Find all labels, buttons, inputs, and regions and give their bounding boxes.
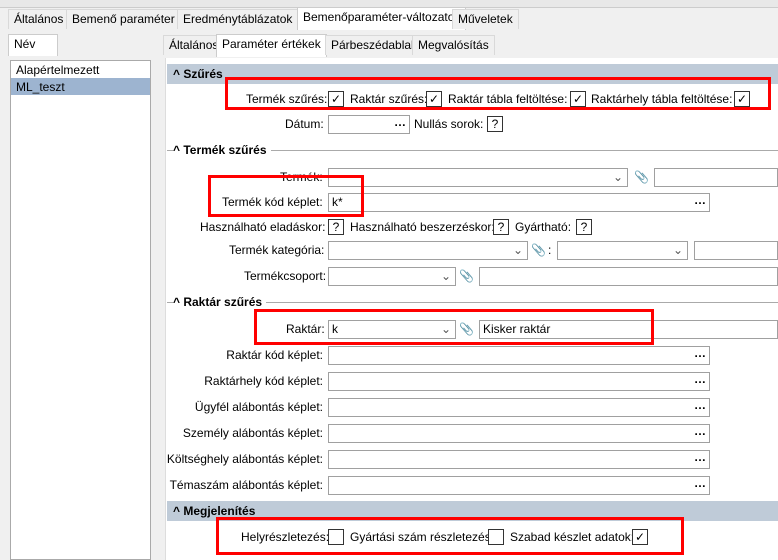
ellipsis-icon[interactable]: … bbox=[694, 449, 706, 466]
tab-nev[interactable]: Név bbox=[8, 34, 58, 56]
section-title: Termék szűrés bbox=[183, 143, 267, 157]
ugyfel-alabontas-input[interactable]: … bbox=[328, 398, 710, 417]
highlight-box bbox=[225, 77, 771, 110]
main-tabbar: Általános Bemenő paraméter Eredménytáblá… bbox=[8, 7, 778, 30]
label-ugyfel-alabontas: Ügyfél alábontás képlet: bbox=[194, 400, 323, 414]
label-hasznalhato-eladaskor: Használható eladáskor: bbox=[200, 220, 326, 234]
label-nullas-sorok: Nullás sorok: bbox=[414, 117, 484, 131]
tab-muveletek[interactable]: Műveletek bbox=[452, 9, 519, 29]
checkbox-nullas-sorok[interactable]: ? bbox=[487, 116, 503, 132]
list-item[interactable]: ML_teszt bbox=[11, 78, 150, 95]
caret-up-icon: ^ bbox=[173, 504, 184, 518]
termek-kategoria-sub-select[interactable]: ⌄ bbox=[557, 241, 688, 260]
caret-up-icon: ^ bbox=[173, 143, 184, 157]
paperclip-icon[interactable]: 📎 bbox=[634, 168, 649, 187]
separator-colon: : bbox=[548, 243, 552, 257]
caret-up-icon: ^ bbox=[173, 295, 184, 309]
checkbox-hasznalhato-eladaskor[interactable]: ? bbox=[328, 219, 344, 235]
szemely-alabontas-input[interactable]: … bbox=[328, 424, 710, 443]
tab-bemeno-parameter[interactable]: Bemenő paraméter bbox=[66, 9, 181, 29]
termekcsoport-select[interactable]: ⌄ bbox=[328, 267, 456, 286]
tab-bemenoparameter-valtozatok[interactable]: Bemenőparaméter-változatok bbox=[297, 7, 467, 30]
chevron-down-icon[interactable]: ⌄ bbox=[673, 242, 683, 259]
termek-name-field bbox=[654, 168, 778, 187]
highlight-box bbox=[216, 517, 684, 555]
ellipsis-icon[interactable]: … bbox=[694, 371, 706, 388]
temaszam-alabontas-input[interactable]: … bbox=[328, 476, 710, 495]
list-item[interactable]: Alapértelmezett bbox=[11, 61, 150, 78]
inner-tabbar: Általános Paraméter értékek Párbeszédabl… bbox=[163, 34, 778, 57]
ellipsis-icon[interactable]: … bbox=[694, 397, 706, 414]
section-raktar-szures[interactable]: ^ Raktár szűrés bbox=[167, 294, 778, 310]
termekcsoport-name-field bbox=[479, 267, 778, 286]
variant-list[interactable]: Alapértelmezett ML_teszt bbox=[10, 60, 151, 560]
label-szemely-alabontas: Személy alábontás képlet: bbox=[182, 426, 323, 440]
label-raktarhely-kod-keplet: Raktárhely kód képlet: bbox=[204, 374, 323, 388]
tab-megvalositas[interactable]: Megvalósítás bbox=[412, 35, 495, 55]
checkbox-hasznalhato-beszerzeskor[interactable]: ? bbox=[493, 219, 509, 235]
chevron-down-icon[interactable]: ⌄ bbox=[513, 242, 523, 259]
checkbox-gyarthato[interactable]: ? bbox=[576, 219, 592, 235]
tab-parameter-ertekek[interactable]: Paraméter értékek bbox=[216, 34, 327, 57]
label-koltseghely-alabontas: Költséghely alábontás képlet: bbox=[166, 452, 323, 466]
label-hasznalhato-beszerzeskor: Használható beszerzéskor: bbox=[350, 220, 495, 234]
chevron-down-icon[interactable]: ⌄ bbox=[613, 169, 623, 186]
tab-eredmenytablazatok[interactable]: Eredménytáblázatok bbox=[177, 9, 299, 29]
section-termek-szures[interactable]: ^ Termék szűrés bbox=[167, 142, 778, 158]
section-title: Szűrés bbox=[183, 67, 223, 81]
tab-altalanos[interactable]: Általános bbox=[8, 9, 70, 29]
ellipsis-icon[interactable]: … bbox=[394, 114, 406, 131]
raktarhely-kod-keplet-input[interactable]: … bbox=[328, 372, 710, 391]
paperclip-icon[interactable]: 📎 bbox=[459, 267, 474, 286]
highlight-box bbox=[254, 309, 654, 345]
raktar-kod-keplet-input[interactable]: … bbox=[328, 346, 710, 365]
chevron-down-icon[interactable]: ⌄ bbox=[441, 268, 451, 285]
termek-kategoria-select[interactable]: ⌄ bbox=[328, 241, 528, 260]
label-gyarthato: Gyártható: bbox=[515, 220, 572, 234]
highlight-box bbox=[208, 175, 364, 217]
ellipsis-icon[interactable]: … bbox=[694, 475, 706, 492]
termek-kategoria-name-field bbox=[694, 241, 778, 260]
ellipsis-icon[interactable]: … bbox=[694, 423, 706, 440]
label-datum: Dátum: bbox=[285, 117, 324, 131]
datum-input[interactable]: … bbox=[328, 115, 410, 134]
label-raktar-kod-keplet: Raktár kód képlet: bbox=[226, 348, 323, 362]
koltseghely-alabontas-input[interactable]: … bbox=[328, 450, 710, 469]
section-title: Raktár szűrés bbox=[183, 295, 263, 309]
termek-select[interactable]: ⌄ bbox=[328, 168, 628, 187]
ellipsis-icon[interactable]: … bbox=[694, 345, 706, 362]
section-title: Megjelenítés bbox=[183, 504, 256, 518]
tab-parbeszedablak[interactable]: Párbeszédablak bbox=[325, 35, 424, 55]
caret-up-icon: ^ bbox=[173, 67, 184, 81]
label-temaszam-alabontas: Témaszám alábontás képlet: bbox=[169, 478, 323, 492]
label-termekcsoport: Termékcsoport: bbox=[244, 269, 327, 283]
termek-kod-keplet-input[interactable]: k*… bbox=[328, 193, 710, 212]
ellipsis-icon[interactable]: … bbox=[694, 192, 706, 209]
label-termek-kategoria: Termék kategória: bbox=[229, 243, 325, 257]
paperclip-icon[interactable]: 📎 bbox=[531, 241, 546, 260]
